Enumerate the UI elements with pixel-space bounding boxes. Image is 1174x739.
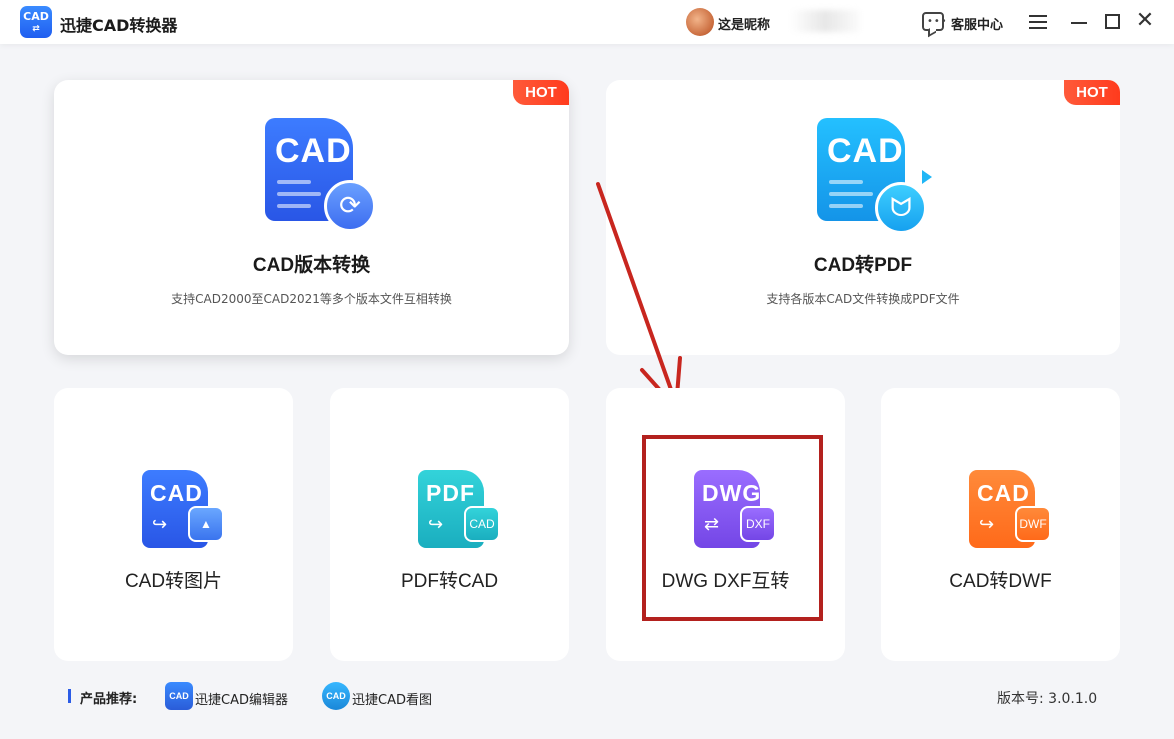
card-title: CAD转DWF xyxy=(949,571,1052,592)
card-cad-version-convert[interactable]: HOT CAD ⟳ CAD版本转换 支持CAD2000至CAD2021等多个版本… xyxy=(54,80,569,355)
cad-sub-icon: CAD xyxy=(464,506,500,542)
red-arrow-annotation xyxy=(596,182,682,410)
card-title: CAD转图片 xyxy=(124,571,223,592)
app-logo-icon: CAD ⇄ xyxy=(20,6,52,38)
maximize-icon[interactable] xyxy=(1101,11,1123,33)
minimize-icon[interactable] xyxy=(1068,11,1090,33)
image-icon: ▲ xyxy=(188,506,224,542)
product-link-cad-editor[interactable]: 迅捷CAD编辑器 xyxy=(195,689,288,708)
dwf-sub-icon: DWF xyxy=(1015,506,1051,542)
card-description: 支持CAD2000至CAD2021等多个版本文件互相转换 xyxy=(171,292,452,306)
cad-viewer-icon[interactable]: CAD xyxy=(322,682,350,710)
close-icon[interactable]: ✕ xyxy=(1134,10,1156,33)
highlight-annotation-box xyxy=(642,435,823,621)
pdf-icon: ᗢ xyxy=(875,182,927,234)
footer-accent-bar xyxy=(68,689,71,703)
card-pdf-to-cad[interactable]: PDF ↪ CAD PDF转CAD xyxy=(330,388,569,661)
customer-service-link[interactable]: 客服中心 xyxy=(951,14,1003,33)
blurred-region xyxy=(790,10,860,32)
card-cad-to-image[interactable]: CAD ↪ ▲ CAD转图片 xyxy=(54,388,293,661)
menu-icon[interactable] xyxy=(1027,11,1049,33)
chat-icon[interactable]: ••• xyxy=(922,12,947,31)
product-link-cad-viewer[interactable]: 迅捷CAD看图 xyxy=(352,689,432,708)
avatar[interactable] xyxy=(686,8,714,36)
hot-badge: HOT xyxy=(513,80,569,105)
title-bar: CAD ⇄ 迅捷CAD转换器 这是昵称 ••• 客服中心 ✕ xyxy=(0,0,1174,44)
user-nickname[interactable]: 这是昵称 xyxy=(718,14,770,33)
product-recommend-label: 产品推荐: xyxy=(80,692,138,707)
app-title: 迅捷CAD转换器 xyxy=(60,16,178,35)
card-title: CAD版本转换 xyxy=(252,255,371,276)
cad-editor-icon[interactable]: CAD xyxy=(165,682,193,710)
play-icon xyxy=(922,170,932,184)
card-cad-to-dwf[interactable]: CAD ↪ DWF CAD转DWF xyxy=(881,388,1120,661)
card-title: PDF转CAD xyxy=(400,571,499,592)
hot-badge: HOT xyxy=(1064,80,1120,105)
refresh-icon: ⟳ xyxy=(324,180,376,232)
version-number: 版本号: 3.0.1.0 xyxy=(997,691,1098,707)
